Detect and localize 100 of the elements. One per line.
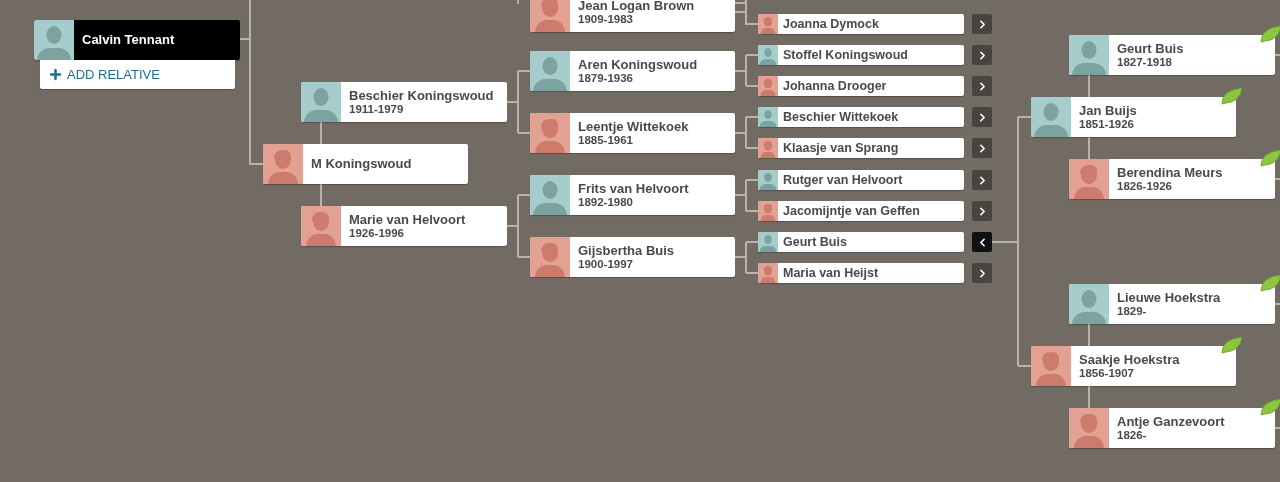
person-name: Klaasje van Sprang <box>783 141 899 155</box>
expand-button[interactable] <box>972 107 992 127</box>
person-dates: 1909-1983 <box>578 12 633 26</box>
person-silhouette-icon <box>301 82 341 122</box>
person-card[interactable]: Klaasje van Sprang <box>758 138 964 158</box>
person-dates: 1926-1996 <box>349 226 405 240</box>
person-silhouette-icon <box>758 107 778 127</box>
person-card[interactable]: Joanna Dymock <box>758 14 964 34</box>
person-silhouette-icon <box>1031 97 1071 137</box>
expand-button[interactable] <box>972 170 992 190</box>
person-card[interactable]: Beschier Wittekoek <box>758 107 964 127</box>
expand-button[interactable] <box>972 263 992 283</box>
person-card[interactable]: Leentje Wittekoek 1885-1961 <box>530 113 735 153</box>
person-name: Maria van Heijst <box>783 266 879 280</box>
person-card[interactable]: Stoffel Koningswoud <box>758 45 964 65</box>
person-name: Beschier Koningswoud <box>349 88 494 103</box>
person-silhouette-icon <box>301 206 341 246</box>
expand-button[interactable] <box>972 14 992 34</box>
person-silhouette-icon <box>758 201 778 221</box>
person-card[interactable]: Antje Ganzevoort 1826- <box>1069 408 1275 448</box>
connector-line <box>506 70 531 134</box>
person-silhouette-icon <box>1069 408 1109 448</box>
person-card[interactable]: Beschier Koningswoud 1911-1979 <box>301 82 507 122</box>
connector-line <box>506 194 531 258</box>
person-card[interactable]: Saakje Hoekstra 1856-1907 <box>1031 346 1236 386</box>
person-silhouette-icon <box>758 45 778 65</box>
person-silhouette-icon <box>530 175 570 215</box>
person-dates: 1900-1997 <box>578 257 633 271</box>
person-card[interactable]: Rutger van Helvoort <box>758 170 964 190</box>
connector-line <box>517 0 519 5</box>
person-dates: 1892-1980 <box>578 195 634 209</box>
person-silhouette-icon <box>758 14 778 34</box>
person-dates: 1885-1961 <box>578 133 634 147</box>
person-silhouette-icon <box>263 144 303 184</box>
person-silhouette-icon <box>758 138 778 158</box>
person-name: Calvin Tennant <box>82 33 175 47</box>
person-card[interactable]: Lieuwe Hoekstra 1829- <box>1069 284 1275 324</box>
person-silhouette-icon <box>1069 284 1109 324</box>
person-card[interactable]: Jean Logan Brown 1909-1983 <box>530 0 735 32</box>
connector-line <box>734 179 759 212</box>
person-name: Berendina Meurs <box>1117 165 1223 180</box>
person-name: Antje Ganzevoort <box>1117 414 1225 429</box>
person-dates: 1829- <box>1117 304 1148 318</box>
person-dates: 1827-1918 <box>1117 55 1173 69</box>
person-silhouette-icon <box>34 20 74 60</box>
person-dates: 1856-1907 <box>1079 366 1135 380</box>
person-name: Jean Logan Brown <box>578 0 695 13</box>
person-name: Joanna Dymock <box>783 17 879 31</box>
collapse-button[interactable] <box>972 232 992 252</box>
person-card[interactable]: Calvin Tennant <box>34 20 240 60</box>
expand-button[interactable] <box>972 45 992 65</box>
person-name: Beschier Wittekoek <box>783 110 899 124</box>
person-silhouette-icon <box>1069 35 1109 75</box>
person-name: Geurt Buis <box>783 235 847 249</box>
person-name: Rutger van Helvoort <box>783 173 903 187</box>
person-name: Saakje Hoekstra <box>1079 352 1180 367</box>
expand-button[interactable] <box>972 138 992 158</box>
person-card[interactable]: Berendina Meurs 1826-1926 <box>1069 159 1275 199</box>
person-name: Geurt Buis <box>1117 41 1184 56</box>
person-silhouette-icon <box>758 232 778 252</box>
person-dates: 1911-1979 <box>349 102 405 116</box>
person-name: Stoffel Koningswoud <box>783 48 908 62</box>
person-card[interactable]: Jacomijntje van Geffen <box>758 201 964 221</box>
person-dates: 1826- <box>1117 428 1147 442</box>
person-card[interactable]: M Koningswoud <box>263 144 468 184</box>
person-silhouette-icon <box>758 76 778 96</box>
person-card[interactable]: Jan Buijs 1851-1926 <box>1031 97 1236 137</box>
person-card[interactable]: Maria van Heijst <box>758 263 964 283</box>
person-name: Gijsbertha Buis <box>578 243 675 258</box>
connector-line <box>734 241 759 274</box>
person-card[interactable]: Geurt Buis 1827-1918 <box>1069 35 1275 75</box>
person-name: Jan Buijs <box>1079 103 1137 118</box>
person-name: Jacomijntje van Geffen <box>783 204 920 218</box>
person-name: Frits van Helvoort <box>578 181 689 196</box>
expand-button[interactable] <box>972 201 992 221</box>
person-card[interactable]: Marie van Helvoort 1926-1996 <box>301 206 507 246</box>
plus-icon <box>48 67 63 82</box>
person-card[interactable]: Johanna Drooger <box>758 76 964 96</box>
person-silhouette-icon <box>530 237 570 277</box>
person-silhouette-icon <box>530 51 570 91</box>
person-silhouette-icon <box>530 0 570 32</box>
person-card[interactable]: Geurt Buis <box>758 232 964 252</box>
person-dates: 1851-1926 <box>1079 117 1134 131</box>
person-card[interactable]: Aren Koningswoud 1879-1936 <box>530 51 735 91</box>
person-card[interactable]: Gijsbertha Buis 1900-1997 <box>530 237 735 277</box>
person-card[interactable]: Frits van Helvoort 1892-1980 <box>530 175 735 215</box>
add-relative-button[interactable]: ADD RELATIVE <box>40 60 235 89</box>
person-name: Aren Koningswoud <box>578 57 698 72</box>
person-dates: 1879-1936 <box>578 71 633 85</box>
person-name: M Koningswoud <box>311 157 412 171</box>
connector-line <box>734 116 759 149</box>
person-name: Lieuwe Hoekstra <box>1117 290 1221 305</box>
expand-button[interactable] <box>972 76 992 96</box>
person-name: Leentje Wittekoek <box>578 119 689 134</box>
person-dates: 1826-1926 <box>1117 179 1173 193</box>
person-silhouette-icon <box>1031 346 1071 386</box>
person-silhouette-icon <box>758 170 778 190</box>
person-name: Marie van Helvoort <box>349 212 466 227</box>
person-silhouette-icon <box>1069 159 1109 199</box>
connector-line <box>734 54 759 87</box>
